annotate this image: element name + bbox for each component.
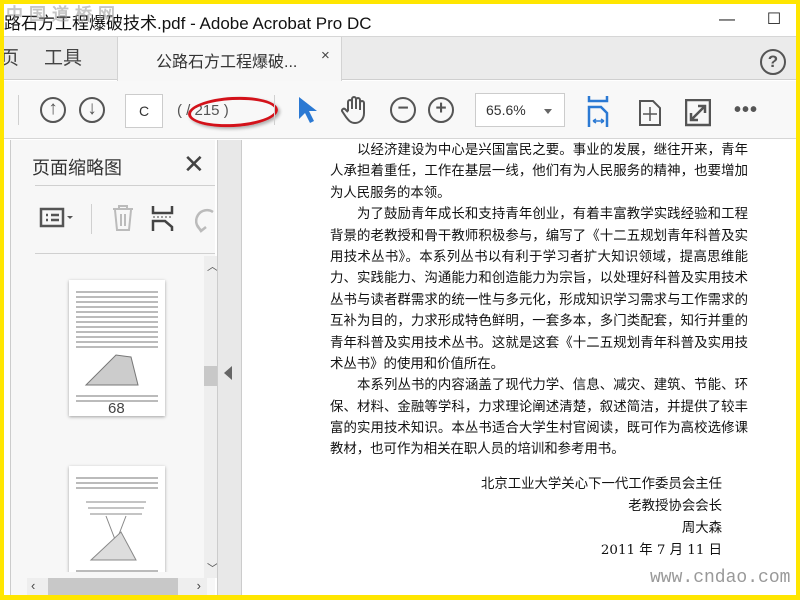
thumbnail-options-icon[interactable]	[39, 206, 79, 230]
divider	[35, 185, 215, 186]
tab-tools[interactable]: 工具	[44, 37, 82, 80]
paragraph-line: 富的实用技术知识。本丛书适合大学生村官阅读，既可作为高校选修课	[330, 421, 748, 437]
paragraph-line: 互补为目的，力求形成特色鲜明，一套多本，多门类配套，知行并重的	[330, 314, 748, 330]
paragraph-line: 保、材料、金融等学科，力求理论阐述清楚，叙述简洁，并提供了较丰	[330, 399, 748, 415]
help-icon[interactable]: ?	[760, 49, 786, 75]
divider	[18, 95, 19, 125]
signature-line: 老教授协会会长	[628, 499, 722, 514]
acrobat-window: 路石方工程爆破技术.pdf - Adobe Acrobat Pro DC 中国道…	[4, 4, 796, 595]
paragraph-line: 术丛书》的使用和价值所在。	[330, 356, 505, 372]
select-cursor-icon[interactable]	[296, 95, 318, 125]
rotate-page-icon	[195, 208, 214, 233]
title-bar: 路石方工程爆破技术.pdf - Adobe Acrobat Pro DC 中国道…	[4, 4, 796, 37]
signature-line: 周大森	[681, 521, 722, 536]
signature-date: 2011 年 7 月 11 日	[600, 543, 722, 558]
page-thumbnail-68[interactable]	[69, 280, 165, 416]
page-number-input[interactable]: C	[125, 94, 163, 128]
page-thumbnails-panel: 页面缩略图 ✕ 68 ︿ ﹀ ‹ ›	[10, 140, 220, 595]
zoom-in-icon[interactable]: +	[428, 97, 454, 123]
document-tab-label: 公路石方工程爆破...	[156, 54, 298, 71]
thumbnail-horizontal-scrollbar[interactable]: ‹ ›	[27, 578, 207, 595]
zoom-dropdown[interactable]: 65.6%	[475, 93, 565, 127]
tab-bar: 页 工具 公路石方工程爆破... × ?	[4, 37, 796, 81]
paragraph-line: 人承担着重任，工作在基层一线，他们有为人民服务的精神，也要增加	[330, 164, 748, 180]
more-tools-icon[interactable]: •••	[734, 99, 758, 122]
previous-page-icon[interactable]: ↑	[40, 97, 66, 123]
red-annotation-ellipse	[187, 94, 279, 130]
extract-page-icon[interactable]	[151, 204, 175, 234]
site-watermark: 中国道桥网	[6, 5, 121, 24]
divider	[274, 95, 275, 125]
signature-line: 北京工业大学关心下一代工作委员会主任	[480, 477, 722, 492]
paragraph-line: 用技术丛书》。本系列丛书以有利于学习者扩大知识领域，提高思维能	[330, 249, 748, 265]
paragraph-line: 丛书与读者群需求的统一性与多元化，形成知识学习需求与工作需求的	[330, 292, 748, 308]
toolbar: ↑ ↓ C ( / 215 ) − + 65.6% •••	[4, 81, 796, 139]
panel-title: 页面缩略图	[32, 158, 122, 178]
page-thumbnail-69[interactable]	[69, 466, 165, 572]
zoom-value: 65.6%	[486, 102, 526, 118]
fit-width-icon[interactable]	[587, 96, 611, 128]
paragraph-line: 以经济建设为中心是兴国富民之要。事业的发展，继往开来，青年	[357, 143, 748, 158]
thumbnail-list: 68	[11, 250, 203, 572]
close-tab-icon[interactable]: ×	[321, 47, 330, 64]
hand-tool-icon[interactable]	[340, 95, 370, 125]
paragraph-line: 背景的老教授和骨干教师积极参与，编写了《十二五规划青年科普及实	[330, 228, 748, 244]
next-page-icon[interactable]: ↓	[79, 97, 105, 123]
collapse-panel-button[interactable]	[217, 140, 241, 595]
document-text: 以经济建设为中心是兴国富民之要。事业的发展，继往开来，青年人承担着重任，工作在基…	[330, 140, 748, 461]
paragraph-line: 力、实践能力、沟通能力和创造能力为宗旨，以处理好科普及实用技术	[330, 271, 748, 287]
full-screen-icon[interactable]	[685, 99, 711, 127]
scroll-left-icon[interactable]: ‹	[31, 578, 35, 593]
close-panel-icon[interactable]: ✕	[183, 149, 205, 180]
signature-block: 北京工业大学关心下一代工作委员会主任 老教授协会会长 周大森 2011 年 7 …	[481, 474, 722, 562]
paragraph-line: 本系列丛书的内容涵盖了现代力学、信息、减灾、建筑、节能、环	[357, 378, 748, 394]
maximize-button[interactable]: ☐	[759, 8, 789, 32]
paragraph-line: 青年科普及实用技术丛书。这就是这套《十二五规划青年科普及实用技	[330, 335, 748, 351]
paragraph-line: 教材，也可作为相关在职人员的培训和参考用书。	[330, 442, 625, 458]
document-view[interactable]: 以经济建设为中心是兴国富民之要。事业的发展，继往开来，青年人承担着重任，工作在基…	[241, 140, 796, 595]
paragraph-line: 为人民服务的本领。	[330, 185, 451, 201]
minimize-button[interactable]: —	[712, 8, 742, 32]
tab-home[interactable]: 页	[4, 37, 19, 80]
scroll-mode-icon[interactable]	[638, 99, 662, 127]
scrollbar-thumb[interactable]	[48, 578, 178, 595]
collapse-arrow-icon	[224, 366, 232, 380]
tab-document[interactable]: 公路石方工程爆破... ×	[117, 37, 342, 81]
zoom-out-icon[interactable]: −	[390, 97, 416, 123]
chevron-down-icon	[544, 109, 552, 114]
scroll-right-icon[interactable]: ›	[197, 578, 201, 593]
divider	[91, 204, 92, 234]
paragraph-line: 为了鼓励青年成长和支持青年创业，有着丰富教学实践经验和工程	[357, 207, 748, 223]
thumbnail-page-number: 68	[108, 400, 125, 417]
delete-page-icon	[113, 205, 133, 231]
site-watermark: www.cndao.com	[650, 568, 791, 588]
